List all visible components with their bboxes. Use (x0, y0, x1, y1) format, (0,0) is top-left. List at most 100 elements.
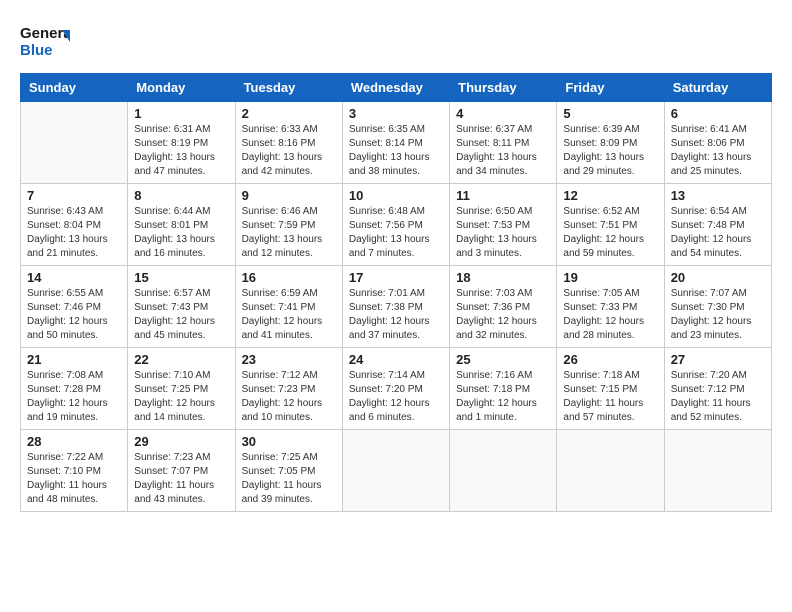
day-info: Sunrise: 7:14 AM Sunset: 7:20 PM Dayligh… (349, 369, 443, 425)
calendar-cell: 2 Sunrise: 6:33 AM Sunset: 8:16 PM Daylig… (235, 102, 342, 184)
day-info: Sunrise: 7:03 AM Sunset: 7:36 PM Dayligh… (456, 287, 550, 343)
calendar-table: SundayMondayTuesdayWednesdayThursdayFrid… (20, 73, 772, 512)
calendar-week-2: 7 Sunrise: 6:43 AM Sunset: 8:04 PM Daylig… (21, 184, 772, 266)
calendar-cell (342, 430, 449, 512)
calendar-cell: 3 Sunrise: 6:35 AM Sunset: 8:14 PM Daylig… (342, 102, 449, 184)
day-info: Sunrise: 6:43 AM Sunset: 8:04 PM Dayligh… (27, 205, 121, 261)
svg-text:Blue: Blue (20, 42, 53, 59)
calendar-cell: 19 Sunrise: 7:05 AM Sunset: 7:33 PM Dayli… (557, 266, 664, 348)
day-number: 25 (456, 352, 550, 367)
day-number: 3 (349, 106, 443, 121)
day-info: Sunrise: 6:55 AM Sunset: 7:46 PM Dayligh… (27, 287, 121, 343)
day-info: Sunrise: 7:12 AM Sunset: 7:23 PM Dayligh… (242, 369, 336, 425)
day-info: Sunrise: 7:18 AM Sunset: 7:15 PM Dayligh… (563, 369, 657, 425)
day-number: 4 (456, 106, 550, 121)
calendar-cell: 4 Sunrise: 6:37 AM Sunset: 8:11 PM Daylig… (450, 102, 557, 184)
calendar-week-5: 28 Sunrise: 7:22 AM Sunset: 7:10 PM Dayli… (21, 430, 772, 512)
calendar-cell (664, 430, 771, 512)
day-number: 22 (134, 352, 228, 367)
day-number: 1 (134, 106, 228, 121)
calendar-cell: 9 Sunrise: 6:46 AM Sunset: 7:59 PM Daylig… (235, 184, 342, 266)
day-number: 28 (27, 434, 121, 449)
day-number: 7 (27, 188, 121, 203)
day-info: Sunrise: 6:41 AM Sunset: 8:06 PM Dayligh… (671, 123, 765, 179)
day-number: 21 (27, 352, 121, 367)
day-number: 27 (671, 352, 765, 367)
calendar-cell: 14Sunrise: 6:55 AM Sunset: 7:46 PM Dayli… (21, 266, 128, 348)
day-info: Sunrise: 7:25 AM Sunset: 7:05 PM Dayligh… (242, 451, 336, 507)
calendar-cell: 6 Sunrise: 6:41 AM Sunset: 8:06 PM Daylig… (664, 102, 771, 184)
calendar-week-4: 21Sunrise: 7:08 AM Sunset: 7:28 PM Dayli… (21, 348, 772, 430)
calendar-cell: 11 Sunrise: 6:50 AM Sunset: 7:53 PM Dayli… (450, 184, 557, 266)
calendar-cell: 12 Sunrise: 6:52 AM Sunset: 7:51 PM Dayli… (557, 184, 664, 266)
weekday-header-friday: Friday (557, 74, 664, 102)
day-info: Sunrise: 6:59 AM Sunset: 7:41 PM Dayligh… (242, 287, 336, 343)
calendar-cell: 15 Sunrise: 6:57 AM Sunset: 7:43 PM Dayli… (128, 266, 235, 348)
day-info: Sunrise: 6:46 AM Sunset: 7:59 PM Dayligh… (242, 205, 336, 261)
day-info: Sunrise: 6:39 AM Sunset: 8:09 PM Dayligh… (563, 123, 657, 179)
day-number: 2 (242, 106, 336, 121)
weekday-header-wednesday: Wednesday (342, 74, 449, 102)
calendar-cell: 7 Sunrise: 6:43 AM Sunset: 8:04 PM Daylig… (21, 184, 128, 266)
svg-text:General: General (20, 25, 70, 42)
logo-icon: General Blue (20, 20, 70, 60)
calendar-cell (557, 430, 664, 512)
day-info: Sunrise: 7:10 AM Sunset: 7:25 PM Dayligh… (134, 369, 228, 425)
calendar-cell: 26 Sunrise: 7:18 AM Sunset: 7:15 PM Dayli… (557, 348, 664, 430)
day-info: Sunrise: 7:23 AM Sunset: 7:07 PM Dayligh… (134, 451, 228, 507)
day-number: 5 (563, 106, 657, 121)
day-number: 6 (671, 106, 765, 121)
weekday-header-tuesday: Tuesday (235, 74, 342, 102)
calendar-cell: 27Sunrise: 7:20 AM Sunset: 7:12 PM Dayli… (664, 348, 771, 430)
weekday-header-sunday: Sunday (21, 74, 128, 102)
calendar-week-3: 14Sunrise: 6:55 AM Sunset: 7:46 PM Dayli… (21, 266, 772, 348)
calendar-cell (21, 102, 128, 184)
day-number: 19 (563, 270, 657, 285)
day-number: 29 (134, 434, 228, 449)
day-info: Sunrise: 7:07 AM Sunset: 7:30 PM Dayligh… (671, 287, 765, 343)
weekday-header-saturday: Saturday (664, 74, 771, 102)
day-info: Sunrise: 7:22 AM Sunset: 7:10 PM Dayligh… (27, 451, 121, 507)
calendar-cell: 10Sunrise: 6:48 AM Sunset: 7:56 PM Dayli… (342, 184, 449, 266)
calendar-cell: 20 Sunrise: 7:07 AM Sunset: 7:30 PM Dayli… (664, 266, 771, 348)
day-info: Sunrise: 6:31 AM Sunset: 8:19 PM Dayligh… (134, 123, 228, 179)
day-info: Sunrise: 6:50 AM Sunset: 7:53 PM Dayligh… (456, 205, 550, 261)
day-number: 16 (242, 270, 336, 285)
day-info: Sunrise: 6:37 AM Sunset: 8:11 PM Dayligh… (456, 123, 550, 179)
calendar-cell: 23Sunrise: 7:12 AM Sunset: 7:23 PM Dayli… (235, 348, 342, 430)
day-number: 30 (242, 434, 336, 449)
day-number: 24 (349, 352, 443, 367)
day-info: Sunrise: 6:52 AM Sunset: 7:51 PM Dayligh… (563, 205, 657, 261)
day-info: Sunrise: 7:05 AM Sunset: 7:33 PM Dayligh… (563, 287, 657, 343)
day-number: 11 (456, 188, 550, 203)
day-info: Sunrise: 7:01 AM Sunset: 7:38 PM Dayligh… (349, 287, 443, 343)
page-header: General Blue (20, 20, 772, 65)
day-number: 12 (563, 188, 657, 203)
calendar-cell: 28 Sunrise: 7:22 AM Sunset: 7:10 PM Dayli… (21, 430, 128, 512)
weekday-header-row: SundayMondayTuesdayWednesdayThursdayFrid… (21, 74, 772, 102)
day-number: 18 (456, 270, 550, 285)
day-info: Sunrise: 6:33 AM Sunset: 8:16 PM Dayligh… (242, 123, 336, 179)
calendar-cell: 5 Sunrise: 6:39 AM Sunset: 8:09 PM Daylig… (557, 102, 664, 184)
day-number: 17 (349, 270, 443, 285)
day-number: 20 (671, 270, 765, 285)
day-number: 26 (563, 352, 657, 367)
day-number: 15 (134, 270, 228, 285)
day-info: Sunrise: 7:16 AM Sunset: 7:18 PM Dayligh… (456, 369, 550, 425)
calendar-cell: 30 Sunrise: 7:25 AM Sunset: 7:05 PM Dayli… (235, 430, 342, 512)
calendar-cell (450, 430, 557, 512)
weekday-header-thursday: Thursday (450, 74, 557, 102)
calendar-cell: 16 Sunrise: 6:59 AM Sunset: 7:41 PM Dayli… (235, 266, 342, 348)
calendar-cell: 29 Sunrise: 7:23 AM Sunset: 7:07 PM Dayli… (128, 430, 235, 512)
weekday-header-monday: Monday (128, 74, 235, 102)
calendar-week-1: 1 Sunrise: 6:31 AM Sunset: 8:19 PM Daylig… (21, 102, 772, 184)
calendar-cell: 25 Sunrise: 7:16 AM Sunset: 7:18 PM Dayli… (450, 348, 557, 430)
calendar-cell: 21Sunrise: 7:08 AM Sunset: 7:28 PM Dayli… (21, 348, 128, 430)
calendar-cell: 1 Sunrise: 6:31 AM Sunset: 8:19 PM Daylig… (128, 102, 235, 184)
day-info: Sunrise: 6:57 AM Sunset: 7:43 PM Dayligh… (134, 287, 228, 343)
day-number: 9 (242, 188, 336, 203)
calendar-cell: 18 Sunrise: 7:03 AM Sunset: 7:36 PM Dayli… (450, 266, 557, 348)
calendar-cell: 13Sunrise: 6:54 AM Sunset: 7:48 PM Dayli… (664, 184, 771, 266)
day-info: Sunrise: 6:35 AM Sunset: 8:14 PM Dayligh… (349, 123, 443, 179)
day-info: Sunrise: 6:48 AM Sunset: 7:56 PM Dayligh… (349, 205, 443, 261)
